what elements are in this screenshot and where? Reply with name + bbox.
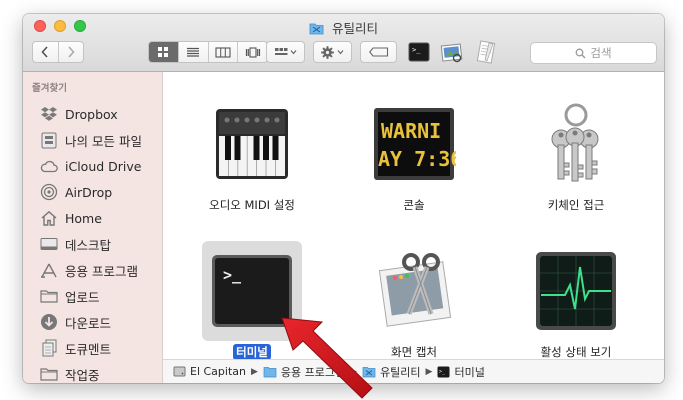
finder-window: 유틸리티 >_ 검색 즐겨찾기 Dropbox 나의 모든 파일 iCloud … [23, 14, 664, 383]
activity-monitor-icon [526, 241, 626, 341]
list-icon [187, 47, 200, 57]
app-label: 활성 상태 보기 [540, 345, 612, 359]
path-crumb-applications[interactable]: 응용 프로그램 [263, 364, 345, 380]
utilities-folder-icon [309, 22, 324, 38]
forward-button[interactable] [59, 42, 84, 62]
folder-icon [39, 286, 59, 306]
tags-button[interactable] [360, 41, 397, 63]
path-separator: ▶ [251, 366, 258, 377]
list-view-button[interactable] [179, 42, 209, 62]
svg-text:>_: >_ [439, 369, 446, 375]
svg-text:>_: >_ [412, 46, 421, 54]
gear-icon [320, 45, 343, 59]
titlebar: 유틸리티 >_ 검색 [23, 14, 664, 72]
app-label: 오디오 MIDI 설정 [209, 198, 295, 212]
icon-view-button[interactable] [149, 42, 179, 62]
app-screenshot[interactable]: 화면 캡처 [349, 241, 479, 360]
sidebar-item-icloud-drive[interactable]: iCloud Drive [39, 155, 141, 177]
path-separator: ▶ [425, 366, 433, 377]
airdrop-icon [39, 182, 59, 202]
view-mode-control [148, 41, 268, 63]
sidebar-item-dropbox[interactable]: Dropbox [39, 103, 118, 125]
path-crumb-utilities[interactable]: 유틸리티 [362, 364, 421, 380]
file-grid: 오디오 MIDI 설정 WARNI AY 7:36 콘솔 키체인 접근 >_ 터… [163, 72, 664, 360]
keychain-icon [526, 94, 626, 194]
path-crumb-terminal[interactable]: >_ 터미널 [437, 364, 485, 380]
search-field[interactable]: 검색 [530, 42, 657, 64]
cover-flow-icon [245, 46, 260, 58]
app-terminal[interactable]: >_ 터미널 [187, 241, 317, 360]
path-bar: El Capitan ▶ 응용 프로그램 ▶ 유틸리티 ▶ >_ 터미널 [163, 359, 664, 383]
arrange-grid-icon [274, 48, 296, 55]
sidebar-item-airdrop[interactable]: AirDrop [39, 181, 112, 203]
app-keychain-access[interactable]: 키체인 접근 [511, 94, 641, 213]
sidebar-item-downloads[interactable]: 다운로드 [39, 311, 111, 333]
back-button[interactable] [33, 42, 59, 62]
sidebar-item-all-files[interactable]: 나의 모든 파일 [39, 129, 142, 151]
chevron-right-icon [68, 46, 75, 58]
app-audio-midi-setup[interactable]: 오디오 MIDI 설정 [187, 94, 317, 213]
download-icon [39, 312, 59, 332]
sidebar-item-documents[interactable]: 도큐멘트 [39, 337, 111, 359]
terminal-icon: >_ [202, 241, 302, 341]
action-menu-button[interactable] [313, 41, 352, 63]
sidebar-item-applications[interactable]: 응용 프로그램 [39, 259, 138, 281]
home-icon [39, 208, 59, 228]
app-label: 콘솔 [403, 198, 425, 212]
nav-buttons [32, 41, 84, 63]
screenshot-icon [364, 241, 464, 341]
terminal-icon: >_ [437, 366, 450, 377]
terminal-prompt: >_ [223, 266, 242, 284]
app-label: 터미널 [187, 344, 317, 360]
console-screen-line1: WARNI [381, 119, 441, 143]
cloud-icon [39, 156, 59, 176]
sidebar-item-upload[interactable]: 업로드 [39, 285, 100, 307]
dropbox-icon [39, 104, 59, 124]
folder-icon [39, 364, 59, 383]
arrange-dropdown[interactable] [266, 41, 305, 63]
search-icon [575, 48, 586, 58]
desktop-icon [39, 234, 59, 254]
app-label: 키체인 접근 [547, 198, 605, 212]
applications-icon [39, 260, 59, 280]
cover-flow-button[interactable] [238, 42, 267, 62]
folder-icon [263, 366, 277, 377]
window-title-area: 유틸리티 [23, 18, 664, 38]
path-crumb-el-capitan[interactable]: El Capitan [173, 365, 246, 378]
sidebar-item-in-progress[interactable]: 작업중 [39, 363, 100, 383]
toolbar-preview-icon[interactable] [440, 40, 464, 64]
audio-midi-icon [202, 94, 302, 194]
app-console[interactable]: WARNI AY 7:36 콘솔 [349, 94, 479, 213]
grid-icon [158, 47, 169, 57]
sidebar-item-home[interactable]: Home [39, 207, 102, 229]
app-activity-monitor[interactable]: 활성 상태 보기 [511, 241, 641, 360]
utilities-folder-icon [362, 366, 376, 377]
columns-icon [215, 46, 231, 58]
sidebar: 즐겨찾기 Dropbox 나의 모든 파일 iCloud Drive AirDr… [23, 72, 163, 383]
toolbar-terminal-icon[interactable]: >_ [408, 41, 430, 63]
column-view-button[interactable] [209, 42, 239, 62]
window-title: 유틸리티 [331, 21, 378, 36]
search-placeholder: 검색 [590, 46, 612, 60]
all-files-icon [39, 130, 59, 150]
sidebar-header-favorites: 즐겨찾기 [32, 83, 67, 94]
toolbar-textedit-icon[interactable] [474, 40, 498, 64]
tag-icon [368, 47, 388, 57]
console-screen-line2: AY 7:36 [378, 147, 456, 171]
sidebar-item-desktop[interactable]: 데스크탑 [39, 233, 111, 255]
documents-icon [39, 338, 59, 358]
path-separator: ▶ [350, 366, 358, 377]
chevron-left-icon [41, 46, 48, 58]
disk-icon [173, 366, 186, 377]
console-icon: WARNI AY 7:36 [364, 94, 464, 194]
app-label: 화면 캡처 [391, 345, 437, 359]
